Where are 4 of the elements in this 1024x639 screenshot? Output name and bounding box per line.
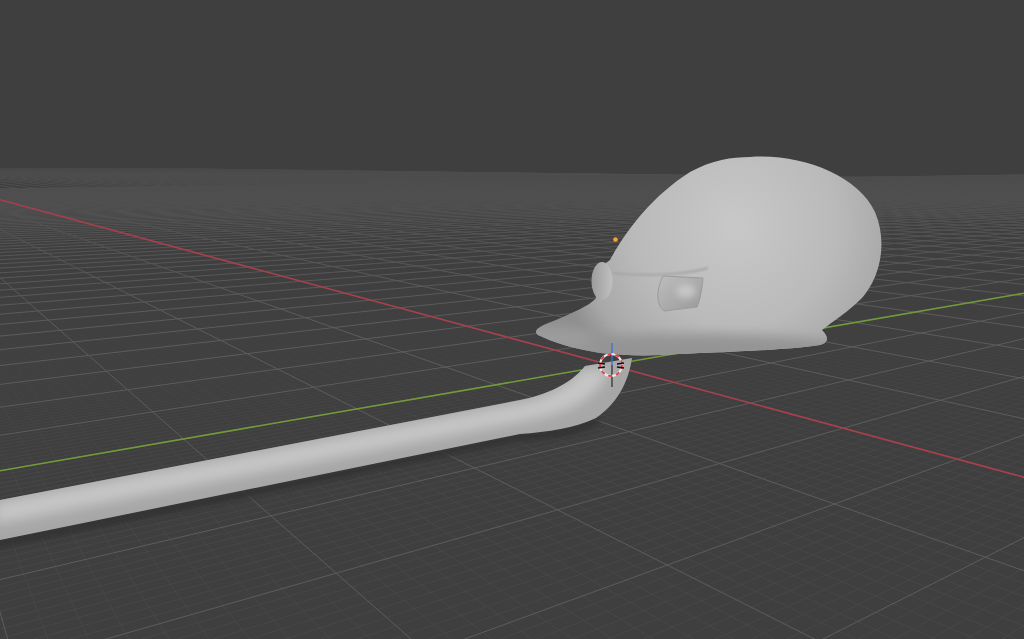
dot-icon <box>612 236 619 243</box>
eye-bump <box>657 275 704 312</box>
crosshair-icon <box>597 342 625 388</box>
eye-bump <box>591 262 613 300</box>
